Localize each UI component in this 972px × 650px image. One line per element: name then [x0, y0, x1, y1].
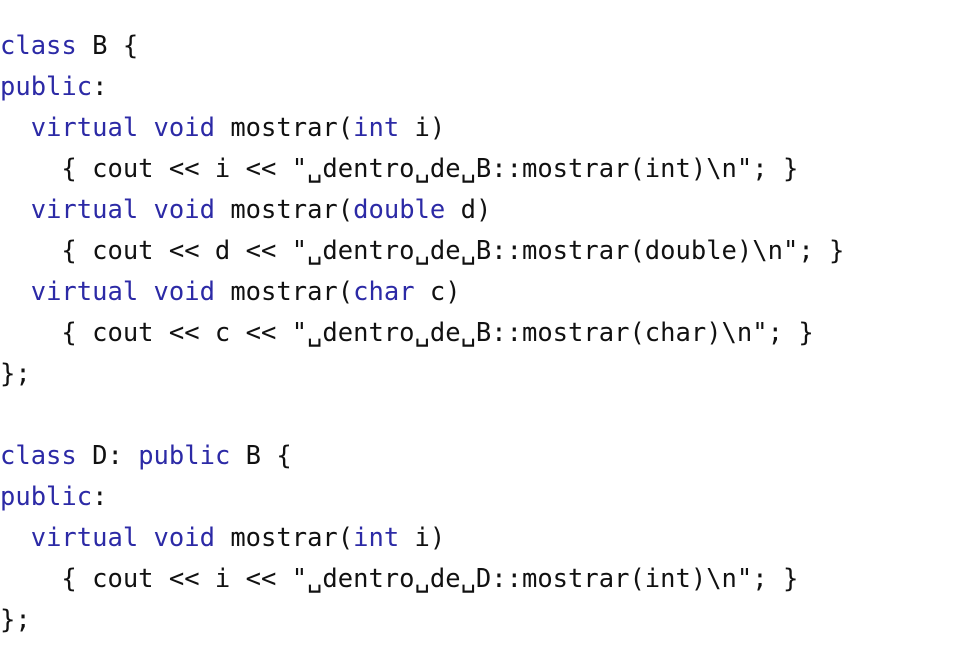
- keyword-token: virtual: [30, 277, 139, 307]
- keyword-token: class: [0, 441, 77, 471]
- code-token: { cout << i << "␣dentro␣de␣B::mostrar(in…: [0, 154, 799, 184]
- code-token: mostrar(: [214, 113, 354, 143]
- code-token: mostrar(: [214, 195, 354, 225]
- code-token: B {: [230, 441, 292, 471]
- code-line: { cout << c << "␣dentro␣de␣B::mostrar(ch…: [0, 313, 844, 354]
- keyword-token: void: [153, 277, 215, 307]
- keyword-token: public: [138, 441, 231, 471]
- code-line: { cout << i << "␣dentro␣de␣B::mostrar(in…: [0, 149, 844, 190]
- keyword-token: void: [153, 195, 215, 225]
- keyword-token: virtual: [30, 523, 139, 553]
- code-token: c): [414, 277, 461, 307]
- keyword-token: virtual: [30, 113, 139, 143]
- keyword-token: public: [0, 482, 93, 512]
- code-token: i): [399, 523, 446, 553]
- code-token: { cout << c << "␣dentro␣de␣B::mostrar(ch…: [0, 318, 814, 348]
- code-line: };: [0, 354, 844, 395]
- code-token: B {: [76, 31, 139, 61]
- code-token: { cout << d << "␣dentro␣de␣B::mostrar(do…: [0, 236, 845, 266]
- code-token: { cout << i << "␣dentro␣de␣D::mostrar(in…: [0, 564, 799, 594]
- code-token: :: [92, 72, 108, 102]
- code-token: };: [0, 605, 31, 635]
- code-token: i): [399, 113, 446, 143]
- keyword-token: double: [353, 195, 446, 225]
- code-token: mostrar(: [214, 523, 354, 553]
- code-token: d): [445, 195, 492, 225]
- code-token: :: [92, 482, 108, 512]
- code-line: };: [0, 600, 844, 641]
- keyword-token: class: [0, 31, 77, 61]
- code-listing: class B {public: virtual void mostrar(in…: [0, 26, 844, 641]
- code-line: virtual void mostrar(char c): [0, 272, 844, 313]
- keyword-token: void: [153, 113, 215, 143]
- code-token: mostrar(: [214, 277, 354, 307]
- code-line: { cout << d << "␣dentro␣de␣B::mostrar(do…: [0, 231, 844, 272]
- code-line: class B {: [0, 26, 844, 67]
- keyword-token: void: [153, 523, 215, 553]
- code-token: D:: [76, 441, 139, 471]
- keyword-token: int: [353, 523, 400, 553]
- keyword-token: char: [353, 277, 415, 307]
- code-line: virtual void mostrar(int i): [0, 518, 844, 559]
- keyword-token: virtual: [30, 195, 139, 225]
- code-line: public:: [0, 67, 844, 108]
- code-token: };: [0, 359, 31, 389]
- code-line: virtual void mostrar(double d): [0, 190, 844, 231]
- code-line: virtual void mostrar(int i): [0, 108, 844, 149]
- keyword-token: int: [353, 113, 400, 143]
- code-line: class D: public B {: [0, 436, 844, 477]
- code-line: public:: [0, 477, 844, 518]
- code-line: { cout << i << "␣dentro␣de␣D::mostrar(in…: [0, 559, 844, 600]
- keyword-token: public: [0, 72, 93, 102]
